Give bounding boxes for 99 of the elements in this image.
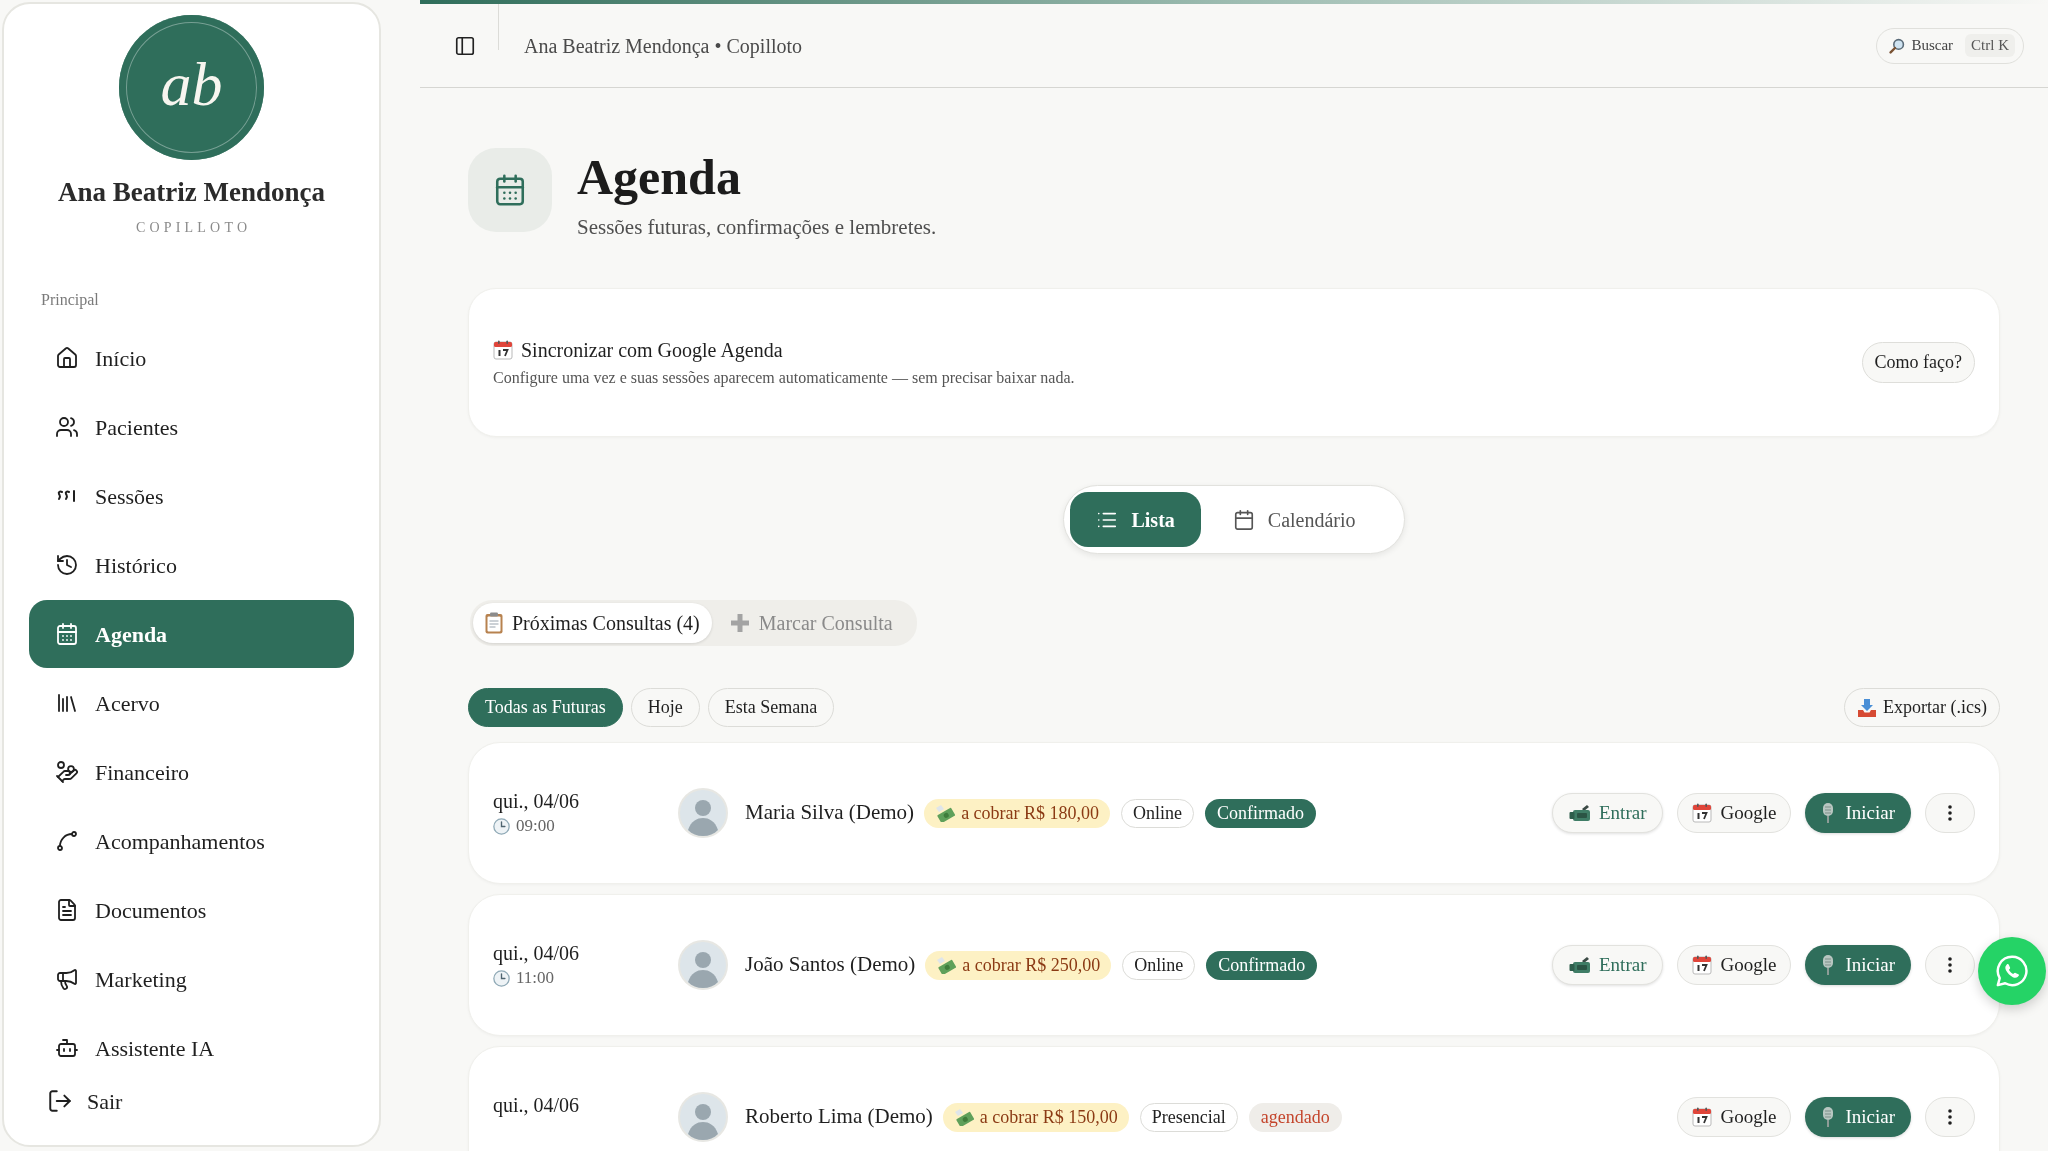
sidebar-item[interactable]: Documentos [29, 876, 354, 944]
view-toggle-option[interactable]: Calendário [1206, 492, 1382, 547]
calendar-icon [493, 339, 513, 360]
sync-description: Configure uma vez e suas sessões aparecem automaticamente — sem precisar baixar nada. [493, 367, 1075, 389]
chat-button[interactable] [1978, 937, 2046, 1005]
house-icon [55, 346, 79, 370]
patient-name: João Santos (Demo) [745, 951, 916, 979]
more-icon [1948, 1109, 1952, 1125]
mode-badge: Online [1121, 798, 1195, 828]
join-button[interactable]: Entrar [1552, 945, 1664, 985]
inbox-tray-icon [1857, 697, 1878, 718]
join-button[interactable]: Entrar [1552, 793, 1664, 833]
sidebar-item[interactable]: Sessões [29, 462, 354, 530]
more-icon [1948, 957, 1952, 973]
clock-history-icon [55, 553, 79, 577]
more-options-button[interactable] [1925, 1097, 1975, 1137]
sidebar-item[interactable]: Marketing [29, 945, 354, 1013]
document-icon [55, 898, 79, 922]
calendar-icon [1692, 803, 1713, 823]
user-role: COPILLOTO [134, 219, 252, 237]
shortcut-hint: Ctrl K [1965, 34, 2015, 57]
mode-badge: Online [1122, 950, 1196, 980]
appointment-date: qui., 04/06 [493, 941, 580, 966]
tab[interactable]: Próximas Consultas (4) [473, 603, 712, 643]
google-calendar-button[interactable]: Google [1677, 945, 1792, 985]
video-camera-icon [1569, 804, 1591, 822]
sidebar-item[interactable]: Pacientes [29, 393, 354, 461]
google-calendar-button[interactable]: Google [1677, 1097, 1792, 1137]
page-subtitle: Sessões futuras, confirmações e lembretes. [577, 214, 937, 241]
people-icon [55, 415, 79, 439]
avatar-icon [678, 940, 728, 990]
page-title: Agenda [577, 148, 741, 206]
status-badge: Confirmado [1205, 798, 1317, 828]
sidebar-item[interactable]: Agenda [29, 600, 354, 668]
hand-coins-icon [55, 760, 79, 784]
line-with-nodes-icon [55, 829, 79, 853]
calendar-icon [493, 173, 527, 207]
clock-icon [493, 969, 510, 987]
microphone-icon [1821, 802, 1836, 824]
sidebar-item[interactable]: Início [29, 324, 354, 392]
clock-icon [493, 817, 510, 835]
sidebar-item[interactable]: Financeiro [29, 738, 354, 806]
filter-chip[interactable]: Esta Semana [707, 688, 835, 727]
avatar-icon [678, 788, 728, 838]
status-badge: Confirmado [1206, 950, 1318, 980]
charge-badge: a cobrar R$ 150,00 [942, 1102, 1129, 1132]
google-calendar-button[interactable]: Google [1677, 793, 1792, 833]
banknote-icon [936, 956, 957, 974]
monogram-logo: ab [119, 15, 264, 160]
filter-chip[interactable]: Hoje [630, 688, 700, 727]
avatar-icon [678, 1092, 728, 1142]
sidebar-toggle-icon [454, 34, 476, 57]
user-name: Ana Beatriz Mendonça [58, 176, 325, 209]
more-icon [1948, 805, 1952, 821]
search-icon [1889, 37, 1906, 54]
filter-chip[interactable]: Todas as Futuras [468, 688, 623, 727]
banknote-icon [953, 1108, 974, 1126]
charge-badge: a cobrar R$ 250,00 [925, 950, 1112, 980]
appointment-time: 09:00 [516, 815, 555, 838]
sync-title: Sincronizar com Google Agenda [521, 337, 783, 363]
logout-icon [47, 1088, 73, 1114]
mode-badge: Presencial [1139, 1102, 1238, 1132]
breadcrumb: Ana Beatriz Mendonça • Copilloto [524, 33, 803, 60]
video-camera-icon [1569, 956, 1591, 974]
plus-icon [729, 613, 750, 633]
patient-name: Roberto Lima (Demo) [745, 1103, 933, 1131]
appointment-time: 11:00 [516, 967, 555, 990]
sidebar-item[interactable]: Acompanhamentos [29, 807, 354, 875]
start-session-button[interactable]: Iniciar [1805, 945, 1911, 985]
status-badge: agendado [1248, 1102, 1342, 1132]
logout-button[interactable]: Sair [47, 1081, 123, 1121]
section-label: Principal [41, 290, 99, 311]
sidebar-item[interactable]: Histórico [29, 531, 354, 599]
start-session-button[interactable]: Iniciar [1805, 793, 1911, 833]
phone-bubble-icon [1995, 954, 2029, 988]
calendar-icon [1232, 508, 1255, 531]
charge-badge: a cobrar R$ 180,00 [924, 798, 1111, 828]
clipboard-icon [485, 612, 503, 634]
view-toggle-option[interactable]: Lista [1070, 492, 1201, 547]
export-button[interactable]: Exportar (.ics) [1844, 688, 2000, 727]
microphone-icon [1821, 1106, 1836, 1128]
how-to-button[interactable]: Como faço? [1861, 342, 1975, 383]
patient-name: Maria Silva (Demo) [745, 799, 915, 827]
robot-icon [55, 1036, 79, 1057]
books-icon [55, 691, 79, 715]
banknote-icon [935, 804, 956, 822]
calendar-icon [1692, 955, 1713, 975]
calendar-icon [1692, 1107, 1713, 1127]
microphone-icon [1821, 954, 1836, 976]
more-options-button[interactable] [1925, 793, 1975, 833]
appointment-date: qui., 04/06 [493, 1093, 580, 1118]
calendar-icon [55, 622, 79, 646]
appointment-date: qui., 04/06 [493, 789, 580, 814]
sidebar-item[interactable]: Assistente IA [29, 1014, 354, 1057]
megaphone-icon [55, 967, 79, 991]
search-button[interactable]: Buscar Ctrl K [1876, 27, 2024, 64]
start-session-button[interactable]: Iniciar [1805, 1097, 1911, 1137]
sidebar-item[interactable]: Acervo [29, 669, 354, 737]
more-options-button[interactable] [1925, 945, 1975, 985]
